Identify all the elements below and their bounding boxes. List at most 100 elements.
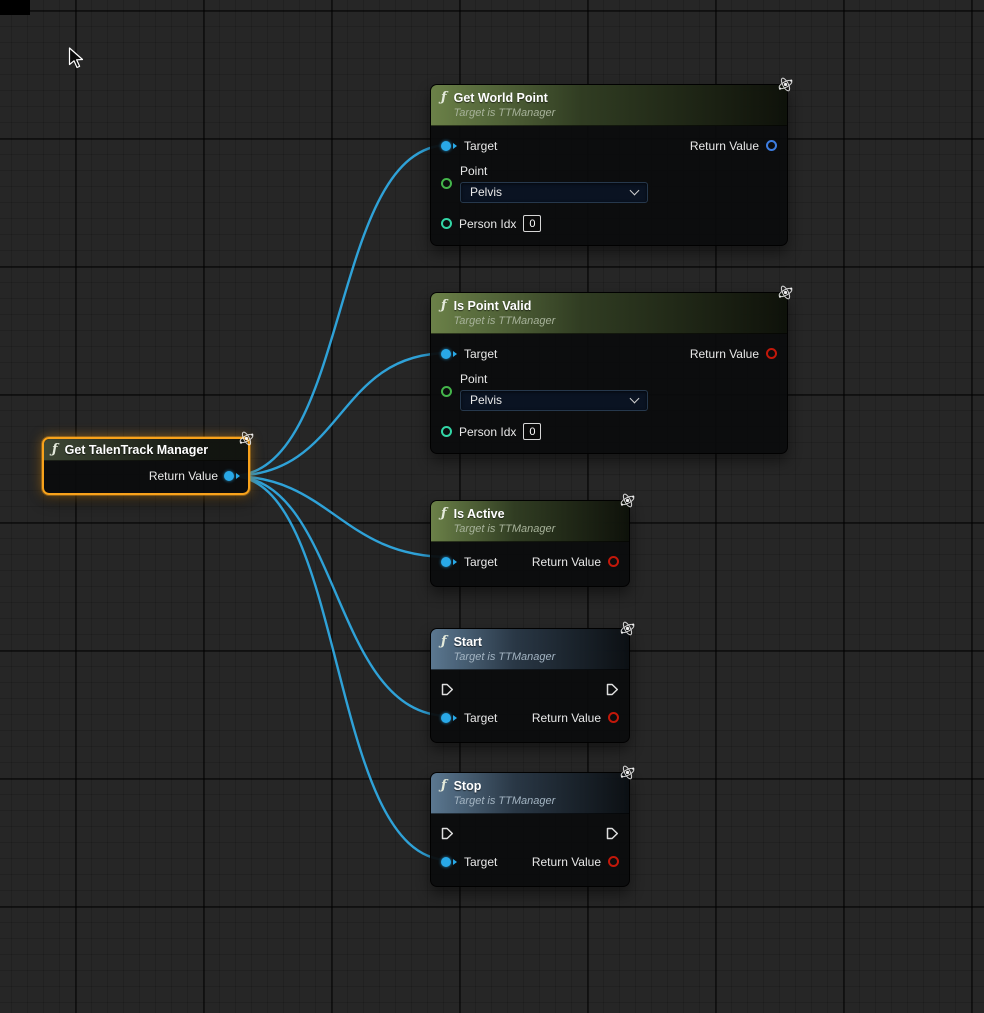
- pin-label-target: Target: [464, 347, 497, 361]
- point-enum-dropdown[interactable]: Pelvis: [460, 182, 648, 203]
- pin-target[interactable]: [441, 857, 457, 867]
- pin-label-target: Target: [464, 855, 497, 869]
- pin-label-person-idx: Person Idx: [459, 217, 516, 231]
- node-body: Target Return Value: [431, 542, 629, 586]
- pin-target[interactable]: [441, 713, 457, 723]
- pin-label-target: Target: [464, 711, 497, 725]
- pin-arrow-icon: [453, 859, 457, 865]
- pin-label-return-value: Return Value: [532, 711, 601, 725]
- function-icon: ƒ: [52, 442, 58, 457]
- atom-icon: [777, 284, 794, 301]
- node-header[interactable]: ƒ Is Point Valid Target is TTManager: [431, 293, 787, 334]
- person-idx-input[interactable]: 0: [523, 423, 541, 440]
- pin-return-value[interactable]: [766, 140, 777, 151]
- node-body: Target Return Value: [431, 814, 629, 886]
- node-is-point-valid[interactable]: ƒ Is Point Valid Target is TTManager Tar…: [430, 292, 788, 454]
- node-subtitle: Target is TTManager: [454, 314, 556, 328]
- atom-icon: [777, 76, 794, 93]
- node-title: Is Point Valid: [454, 298, 556, 314]
- point-enum-dropdown[interactable]: Pelvis: [460, 390, 648, 411]
- pin-label-target: Target: [464, 555, 497, 569]
- exec-in-pin[interactable]: [441, 683, 454, 696]
- node-subtitle: Target is TTManager: [454, 106, 556, 120]
- pin-target[interactable]: [441, 349, 457, 359]
- pin-label-return-value: Return Value: [149, 469, 218, 483]
- object-pin-icon: [224, 471, 234, 481]
- pin-arrow-icon: [453, 143, 457, 149]
- wire-to-is-point-valid[interactable]: [231, 353, 449, 476]
- pin-return-value[interactable]: [608, 856, 619, 867]
- function-icon: ƒ: [441, 90, 447, 105]
- object-pin-icon: [441, 349, 451, 359]
- wire-to-stop[interactable]: [231, 476, 449, 860]
- dropdown-selected-value: Pelvis: [470, 393, 502, 407]
- pin-return-value[interactable]: [608, 712, 619, 723]
- pin-return-value[interactable]: [224, 471, 240, 481]
- node-header[interactable]: ƒ Start Target is TTManager: [431, 629, 629, 670]
- pin-label-return-value: Return Value: [690, 347, 759, 361]
- pin-label-point: Point: [460, 164, 648, 178]
- function-icon: ƒ: [441, 298, 447, 313]
- node-stop[interactable]: ƒ Stop Target is TTManager Target Return…: [430, 772, 630, 887]
- pin-label-return-value: Return Value: [532, 555, 601, 569]
- atom-icon: [619, 492, 636, 509]
- pin-arrow-icon: [453, 559, 457, 565]
- node-subtitle: Target is TTManager: [454, 650, 556, 664]
- node-is-active[interactable]: ƒ Is Active Target is TTManager Target R…: [430, 500, 630, 587]
- node-body: Target Return Value Point Pelvis Person …: [431, 126, 787, 245]
- exec-out-pin[interactable]: [606, 683, 619, 696]
- function-icon: ƒ: [441, 634, 447, 649]
- exec-pin-icon: [441, 683, 454, 696]
- exec-pin-icon: [606, 683, 619, 696]
- atom-icon: [619, 620, 636, 637]
- pin-arrow-icon: [453, 715, 457, 721]
- pin-return-value[interactable]: [608, 556, 619, 567]
- node-start[interactable]: ƒ Start Target is TTManager Target Retur…: [430, 628, 630, 743]
- node-header[interactable]: ƒ Is Active Target is TTManager: [431, 501, 629, 542]
- pin-target[interactable]: [441, 557, 457, 567]
- person-idx-input[interactable]: 0: [523, 215, 541, 232]
- node-get-world-point[interactable]: ƒ Get World Point Target is TTManager Ta…: [430, 84, 788, 246]
- node-title: Get World Point: [454, 90, 556, 106]
- pin-label-return-value: Return Value: [532, 855, 601, 869]
- pin-arrow-icon: [453, 351, 457, 357]
- node-header[interactable]: ƒ Get TalenTrack Manager: [44, 439, 248, 461]
- pin-point[interactable]: [441, 178, 452, 189]
- chevron-down-icon: [630, 185, 640, 195]
- pin-target[interactable]: [441, 141, 457, 151]
- exec-pin-icon: [441, 827, 454, 840]
- exec-pin-icon: [606, 827, 619, 840]
- node-body: Target Return Value: [431, 670, 629, 742]
- node-get-talentrack-manager[interactable]: ƒ Get TalenTrack Manager Return Value: [42, 437, 250, 495]
- wire-to-get-world-point[interactable]: [231, 145, 449, 476]
- blueprint-editor: { "icons": { "function": "ƒ" }, "colors"…: [0, 0, 984, 1013]
- atom-icon: [619, 764, 636, 781]
- object-pin-icon: [441, 557, 451, 567]
- exec-in-pin[interactable]: [441, 827, 454, 840]
- pin-point[interactable]: [441, 386, 452, 397]
- node-header[interactable]: ƒ Stop Target is TTManager: [431, 773, 629, 814]
- pin-person-idx[interactable]: [441, 426, 452, 437]
- chevron-down-icon: [630, 393, 640, 403]
- exec-out-pin[interactable]: [606, 827, 619, 840]
- pin-arrow-icon: [236, 473, 240, 479]
- object-pin-icon: [441, 141, 451, 151]
- dropdown-selected-value: Pelvis: [470, 185, 502, 199]
- function-icon: ƒ: [441, 506, 447, 521]
- pin-label-point: Point: [460, 372, 648, 386]
- pin-label-target: Target: [464, 139, 497, 153]
- mouse-cursor-icon: [68, 47, 84, 76]
- node-title: Get TalenTrack Manager: [65, 443, 209, 457]
- pin-label-person-idx: Person Idx: [459, 425, 516, 439]
- object-pin-icon: [441, 713, 451, 723]
- node-title: Start: [454, 634, 556, 650]
- node-subtitle: Target is TTManager: [454, 522, 556, 536]
- node-header[interactable]: ƒ Get World Point Target is TTManager: [431, 85, 787, 126]
- node-title: Is Active: [454, 506, 556, 522]
- pin-return-value[interactable]: [766, 348, 777, 359]
- atom-icon: [238, 430, 255, 447]
- pin-person-idx[interactable]: [441, 218, 452, 229]
- node-body: Target Return Value Point Pelvis Person …: [431, 334, 787, 453]
- node-title: Stop: [454, 778, 556, 794]
- object-pin-icon: [441, 857, 451, 867]
